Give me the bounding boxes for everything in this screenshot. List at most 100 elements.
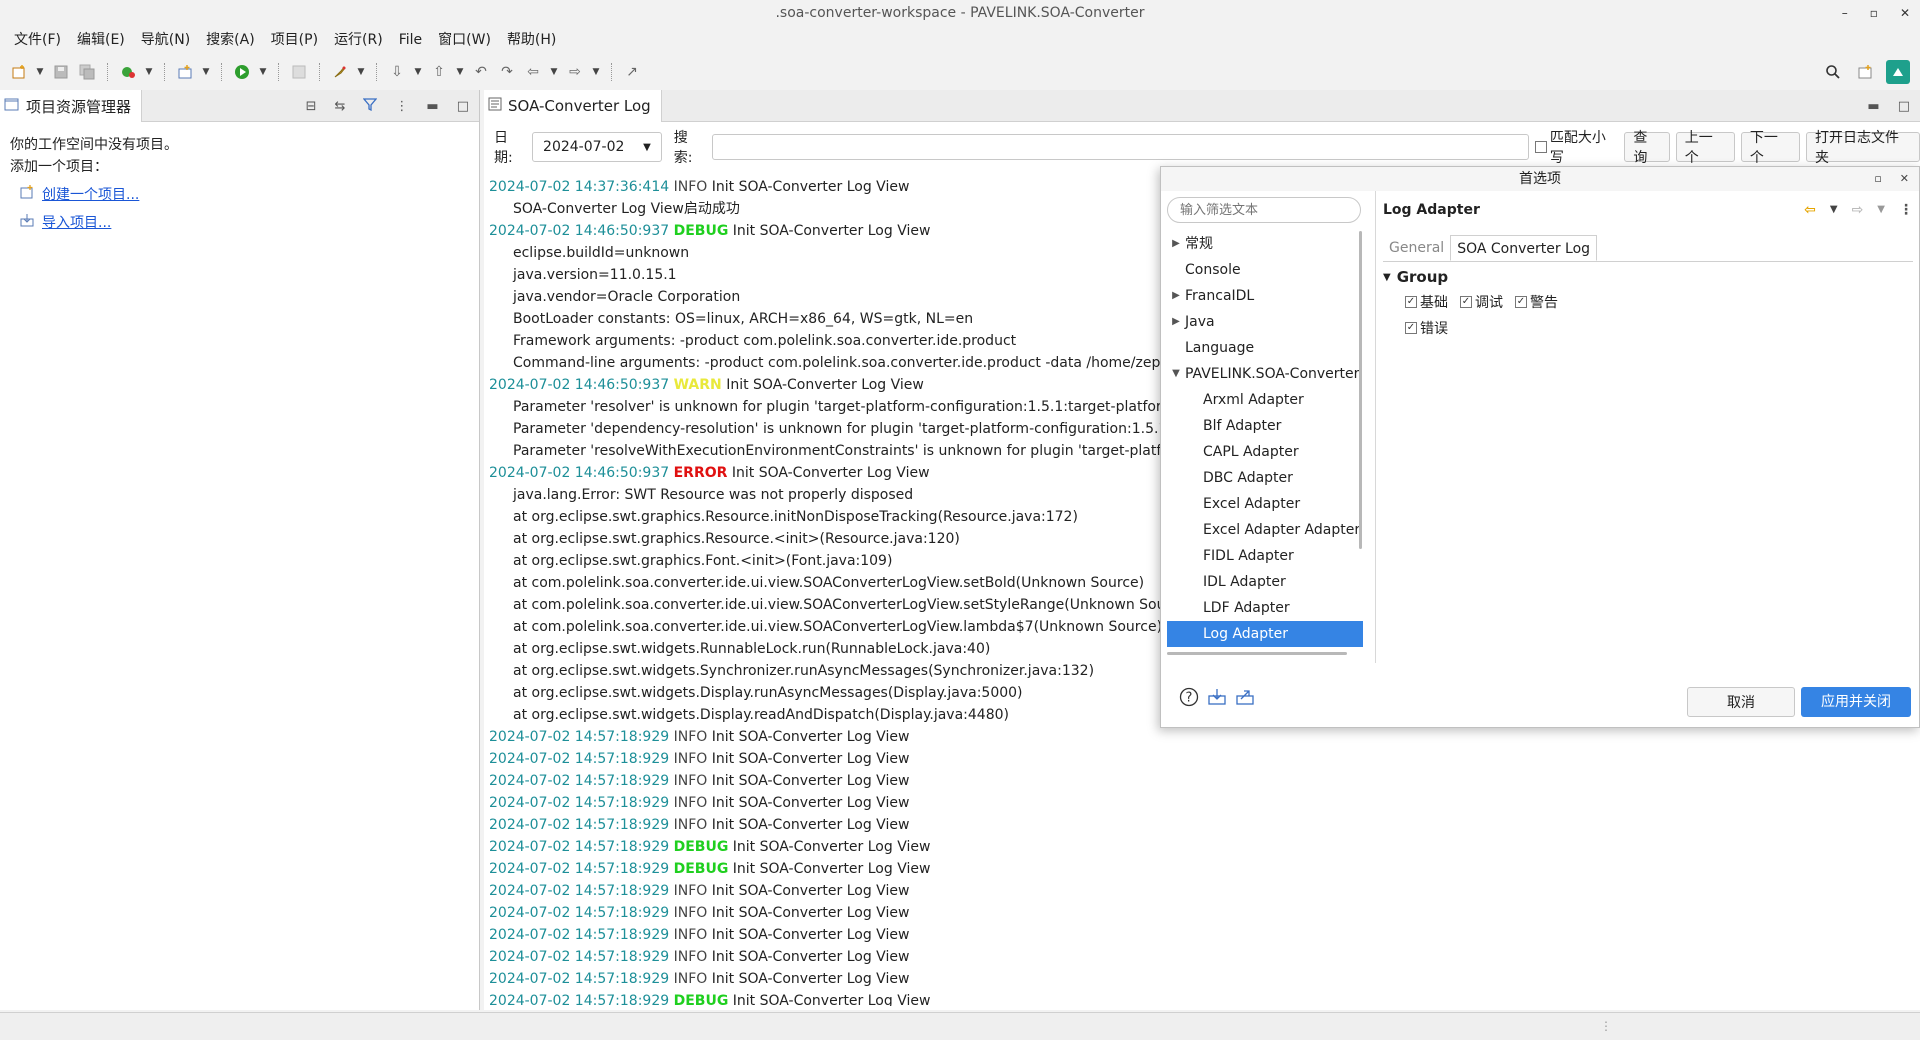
- prev-annotation-icon[interactable]: ⇧: [428, 61, 450, 83]
- forward-dropdown-icon[interactable]: ▼: [1877, 197, 1885, 223]
- pin-dropdown-icon[interactable]: ▼: [355, 67, 367, 77]
- tree-item[interactable]: CAPL Adapter: [1167, 439, 1363, 465]
- link-editor-icon[interactable]: ⇆: [335, 99, 346, 114]
- new-project-dropdown-icon[interactable]: ▼: [200, 67, 212, 77]
- close-icon[interactable]: ✕: [1900, 167, 1909, 191]
- tab-general[interactable]: General: [1383, 235, 1450, 261]
- menu-file-en[interactable]: File: [391, 27, 430, 53]
- minimize-icon[interactable]: –: [1842, 0, 1848, 26]
- tree-item[interactable]: Blf Adapter: [1167, 413, 1363, 439]
- apply-and-close-button[interactable]: 应用并关闭: [1801, 687, 1911, 717]
- checkbox-warning[interactable]: ✓ 警告: [1515, 292, 1558, 312]
- check-icon[interactable]: ✓: [1405, 322, 1417, 334]
- minimize-view-icon[interactable]: ▬: [426, 99, 438, 114]
- export-icon[interactable]: [1235, 687, 1255, 711]
- menu-edit[interactable]: 编辑(E): [69, 27, 133, 53]
- checkbox-error[interactable]: ✓ 错误: [1405, 318, 1448, 338]
- forward-dropdown-icon[interactable]: ▼: [590, 67, 602, 77]
- create-project-link[interactable]: 创建一个项目...: [20, 184, 469, 206]
- preferences-tree-scrollbar[interactable]: [1359, 231, 1362, 549]
- maximize-icon[interactable]: ▫: [1874, 167, 1881, 191]
- pin-icon[interactable]: [329, 61, 351, 83]
- tree-item[interactable]: Excel Adapter: [1167, 491, 1363, 517]
- forward-edit-icon[interactable]: ↷: [496, 61, 518, 83]
- last-edit-icon[interactable]: ↶: [470, 61, 492, 83]
- menu-help[interactable]: 帮助(H): [499, 27, 564, 53]
- tree-item[interactable]: ▶ Java: [1167, 309, 1363, 335]
- check-icon[interactable]: ✓: [1405, 296, 1417, 308]
- tab-soa-converter-log[interactable]: SOA Converter Log: [1450, 235, 1598, 261]
- next-button[interactable]: 下一个: [1740, 130, 1801, 166]
- back-dropdown-icon[interactable]: ▼: [548, 67, 560, 77]
- checkbox-debug[interactable]: ✓ 调试: [1460, 292, 1503, 312]
- forward-icon[interactable]: ⇨: [564, 61, 586, 83]
- tree-item[interactable]: FIDL Adapter: [1167, 543, 1363, 569]
- run-icon[interactable]: [231, 61, 253, 83]
- tree-item[interactable]: Excel Adapter Adapter: [1167, 517, 1363, 543]
- debug-dropdown-icon[interactable]: ▼: [143, 67, 155, 77]
- maximize-view-icon[interactable]: □: [457, 99, 469, 114]
- view-menu-icon[interactable]: ⋮: [1899, 197, 1913, 223]
- next-annotation-dropdown-icon[interactable]: ▼: [412, 67, 424, 77]
- import-icon[interactable]: [1207, 687, 1227, 711]
- maximize-view-icon[interactable]: □: [1898, 99, 1910, 114]
- back-dropdown-icon[interactable]: ▼: [1830, 197, 1838, 223]
- check-icon[interactable]: ✓: [1515, 296, 1527, 308]
- tab-project-explorer[interactable]: 项目资源管理器: [0, 90, 143, 122]
- view-menu-icon[interactable]: ⋮: [395, 99, 408, 114]
- perspective-icon[interactable]: [1886, 60, 1910, 84]
- import-project-link[interactable]: 导入项目...: [20, 212, 469, 234]
- tree-item[interactable]: IDL Adapter: [1167, 569, 1363, 595]
- minimize-view-icon[interactable]: ▬: [1867, 99, 1879, 114]
- date-select[interactable]: 2024-07-02 ▼: [532, 132, 662, 162]
- menu-navigate[interactable]: 导航(N): [133, 27, 198, 53]
- tree-item[interactable]: Log Adapter: [1167, 621, 1363, 647]
- check-icon[interactable]: ✓: [1460, 296, 1472, 308]
- new-project-icon[interactable]: [174, 61, 196, 83]
- save-all-icon[interactable]: [76, 61, 98, 83]
- tab-soa-converter-log[interactable]: SOA-Converter Log: [484, 90, 662, 122]
- tree-item[interactable]: DBC Adapter: [1167, 465, 1363, 491]
- preferences-tree-hscrollbar[interactable]: [1167, 652, 1347, 655]
- match-case-checkbox[interactable]: 匹配大小写: [1535, 127, 1618, 167]
- cancel-button[interactable]: 取消: [1687, 687, 1795, 717]
- new-dropdown-icon[interactable]: ▼: [34, 67, 46, 77]
- chevron-right-icon[interactable]: ▶: [1167, 231, 1185, 257]
- maximize-icon[interactable]: ▫: [1870, 0, 1878, 26]
- tree-item[interactable]: ▼ PAVELINK.SOA-Converter: [1167, 361, 1363, 387]
- search-icon[interactable]: [1822, 61, 1844, 83]
- match-case-checkbox-box[interactable]: [1535, 141, 1547, 153]
- run-dropdown-icon[interactable]: ▼: [257, 67, 269, 77]
- menu-project[interactable]: 项目(P): [263, 27, 326, 53]
- collapse-all-icon[interactable]: ⊟: [306, 99, 317, 114]
- next-annotation-icon[interactable]: ⇩: [386, 61, 408, 83]
- checkbox-basic[interactable]: ✓ 基础: [1405, 292, 1448, 312]
- tree-item[interactable]: ▶ FrancaIDL: [1167, 283, 1363, 309]
- tree-item[interactable]: LDF Adapter: [1167, 595, 1363, 621]
- help-icon[interactable]: ?: [1179, 687, 1199, 711]
- menu-window[interactable]: 窗口(W): [430, 27, 499, 53]
- tree-item[interactable]: Console: [1167, 257, 1363, 283]
- import-project-link-label[interactable]: 导入项目...: [42, 212, 111, 234]
- back-icon[interactable]: ⇦: [522, 61, 544, 83]
- filter-icon[interactable]: [363, 97, 378, 115]
- debug-icon[interactable]: [117, 61, 139, 83]
- menu-file[interactable]: 文件(F): [6, 27, 69, 53]
- query-button[interactable]: 查询: [1624, 130, 1670, 166]
- save-icon[interactable]: [50, 61, 72, 83]
- menu-search[interactable]: 搜索(A): [198, 27, 263, 53]
- preferences-filter-input[interactable]: [1167, 197, 1361, 223]
- menu-run[interactable]: 运行(R): [326, 27, 391, 53]
- open-log-folder-button[interactable]: 打开日志文件夹: [1806, 130, 1920, 166]
- group-section[interactable]: ▼ Group: [1383, 268, 1913, 286]
- prev-annotation-dropdown-icon[interactable]: ▼: [454, 67, 466, 77]
- create-project-link-label[interactable]: 创建一个项目...: [42, 184, 139, 206]
- close-icon[interactable]: ✕: [1900, 0, 1910, 26]
- back-icon[interactable]: ⇦: [1804, 197, 1816, 223]
- forward-icon[interactable]: ⇨: [1852, 197, 1864, 223]
- prev-button[interactable]: 上一个: [1675, 130, 1735, 166]
- disabled-save-icon[interactable]: [288, 61, 310, 83]
- chevron-right-icon[interactable]: ▶: [1167, 309, 1185, 335]
- tree-item[interactable]: Arxml Adapter: [1167, 387, 1363, 413]
- tree-item[interactable]: ▶ 常规: [1167, 231, 1363, 257]
